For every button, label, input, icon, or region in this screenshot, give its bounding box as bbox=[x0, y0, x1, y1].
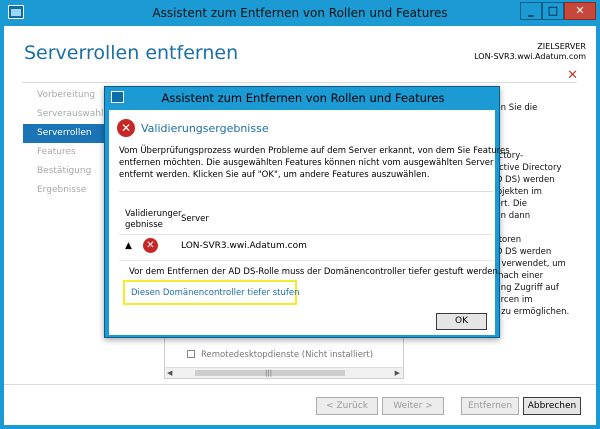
column-header-server[interactable]: Server bbox=[181, 214, 209, 224]
list-item[interactable]: Remotedesktopdienste (Nicht installiert) bbox=[187, 350, 373, 360]
error-indicator-icon[interactable]: ✕ bbox=[567, 68, 578, 83]
description-line: n nach einer bbox=[490, 271, 544, 281]
description-line: dung Zugriff auf bbox=[490, 283, 559, 293]
column-header-validation[interactable]: Validierunger gebnisse bbox=[125, 209, 181, 231]
validation-dialog: Assistent zum Entfernen von Rollen und F… bbox=[104, 86, 510, 338]
back-button[interactable]: < Zurück bbox=[316, 397, 378, 415]
description-line: entfernen möchten. Die ausgewählten Feat… bbox=[119, 158, 494, 168]
window-title: Assistent zum Entfernen von Rollen und F… bbox=[152, 6, 448, 20]
error-icon: ✕ bbox=[117, 119, 135, 137]
validation-description: Vom Überprüfungsprozess wurden Probleme … bbox=[119, 145, 510, 181]
maximize-button[interactable]: □ bbox=[542, 2, 564, 20]
error-icon: ✕ bbox=[143, 238, 158, 253]
dialog-body: ✕ Validierungsergebnisse Vom Überprüfung… bbox=[109, 110, 510, 335]
target-server-label: ZIELSERVER bbox=[537, 42, 586, 51]
description-line: ourcen im bbox=[490, 295, 533, 305]
description-line bbox=[490, 126, 590, 138]
description-line: Objekten im bbox=[490, 187, 542, 197]
description-line: AD DS) werden bbox=[490, 175, 555, 185]
divider bbox=[119, 260, 493, 261]
validation-message: Vor dem Entfernen der AD DS-Rolle muss d… bbox=[129, 267, 501, 277]
column-header-text: gebnisse bbox=[125, 220, 163, 230]
role-description: hen Sie die rectory- (Active Directory A… bbox=[490, 102, 590, 318]
role-label: Remotedesktopdienste (Nicht installiert) bbox=[201, 350, 374, 360]
description-line bbox=[490, 114, 590, 126]
role-checkbox[interactable] bbox=[187, 350, 195, 358]
highlight-box: Diesen Domänencontroller tiefer stufen bbox=[123, 280, 299, 305]
description-line: hert. Die bbox=[490, 199, 527, 209]
target-server-name: LON-SVR3.wwi.Adatum.com bbox=[474, 52, 586, 61]
footer-divider bbox=[4, 384, 596, 385]
minimize-button[interactable]: _ bbox=[520, 2, 542, 20]
description-line: Vom Überprüfungsprozess wurden Probleme … bbox=[119, 146, 510, 156]
scroll-right-icon[interactable]: ▶ bbox=[395, 369, 400, 377]
description-line: ben dann bbox=[490, 211, 531, 221]
remove-button[interactable]: Entfernen bbox=[461, 397, 519, 415]
description-line: (Active Directory bbox=[490, 163, 562, 173]
column-header-text: Validierunger bbox=[125, 209, 182, 219]
horizontal-scrollbar[interactable]: ◀ ||| ▶ bbox=[165, 367, 403, 378]
description-line: entfernt werden. Klicken Sie auf "OK", u… bbox=[119, 170, 430, 180]
description-line: ratoren bbox=[490, 235, 522, 245]
description-line: er verwendet, um bbox=[490, 259, 566, 269]
scroll-left-icon[interactable]: ◀ bbox=[167, 369, 172, 377]
grip-icon: ||| bbox=[265, 369, 273, 377]
validation-title: Validierungsergebnisse bbox=[141, 122, 269, 135]
dialog-title: Assistent zum Entfernen von Rollen und F… bbox=[161, 91, 445, 105]
wizard-window: Assistent zum Entfernen von Rollen und F… bbox=[0, 0, 600, 429]
result-server-name: LON-SVR3.wwi.Adatum.com bbox=[181, 241, 307, 251]
description-line: AD DS werden bbox=[490, 247, 552, 257]
header-divider bbox=[22, 82, 577, 83]
collapse-chevron-icon[interactable]: ▲ bbox=[125, 241, 132, 251]
cancel-button[interactable]: Abbrechen bbox=[523, 397, 581, 415]
page-title: Serverrollen entfernen bbox=[24, 42, 239, 64]
ok-button[interactable]: OK bbox=[436, 313, 487, 330]
description-line: hen Sie die bbox=[490, 103, 538, 113]
title-bar[interactable]: Assistent zum Entfernen von Rollen und F… bbox=[0, 0, 600, 26]
close-button[interactable]: ✕ bbox=[564, 2, 596, 20]
divider bbox=[119, 191, 493, 192]
description-line: rk zu ermöglichen. bbox=[490, 307, 570, 317]
demote-dc-link[interactable]: Diesen Domänencontroller tiefer stufen bbox=[131, 288, 299, 298]
description-line bbox=[490, 222, 590, 234]
dialog-title-bar[interactable]: Assistent zum Entfernen von Rollen und F… bbox=[105, 87, 501, 109]
next-button[interactable]: Weiter > bbox=[382, 397, 444, 415]
divider bbox=[119, 234, 493, 235]
